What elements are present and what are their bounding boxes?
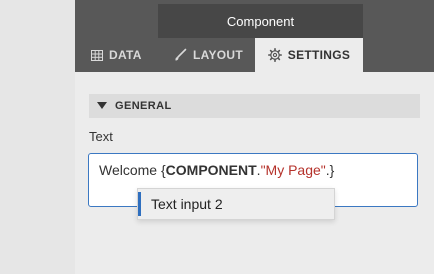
table-icon	[91, 49, 103, 61]
text-token-close: .}	[325, 162, 335, 178]
tab-data-label: DATA	[109, 48, 142, 62]
app-root: Component DATA LAYOUT SETTINGS GENERAL T…	[0, 0, 434, 274]
text-token-component: COMPONENT	[165, 162, 257, 178]
caret-down-icon	[97, 100, 107, 112]
tab-layout-label: LAYOUT	[193, 48, 244, 62]
tab-settings[interactable]: SETTINGS	[255, 38, 363, 72]
selection-indicator	[138, 192, 141, 216]
text-field-label: Text	[89, 129, 113, 144]
properties-panel: Component DATA LAYOUT SETTINGS GENERAL T…	[75, 0, 434, 274]
left-pane	[0, 0, 75, 274]
autocomplete-item-label: Text input 2	[151, 196, 223, 212]
gear-icon	[267, 48, 282, 62]
panel-header: Component DATA LAYOUT SETTINGS	[75, 0, 434, 72]
text-token-plain: Welcome {	[99, 162, 166, 178]
tab-data[interactable]: DATA	[91, 38, 142, 72]
section-general-header[interactable]: GENERAL	[89, 94, 420, 118]
autocomplete-item[interactable]: Text input 2	[137, 188, 335, 220]
section-title: GENERAL	[115, 100, 172, 112]
text-token-string: "My Page"	[260, 162, 326, 178]
tab-settings-label: SETTINGS	[287, 48, 351, 62]
brush-icon	[173, 48, 187, 62]
tab-layout[interactable]: LAYOUT	[173, 38, 243, 72]
component-title: Component	[158, 4, 363, 38]
